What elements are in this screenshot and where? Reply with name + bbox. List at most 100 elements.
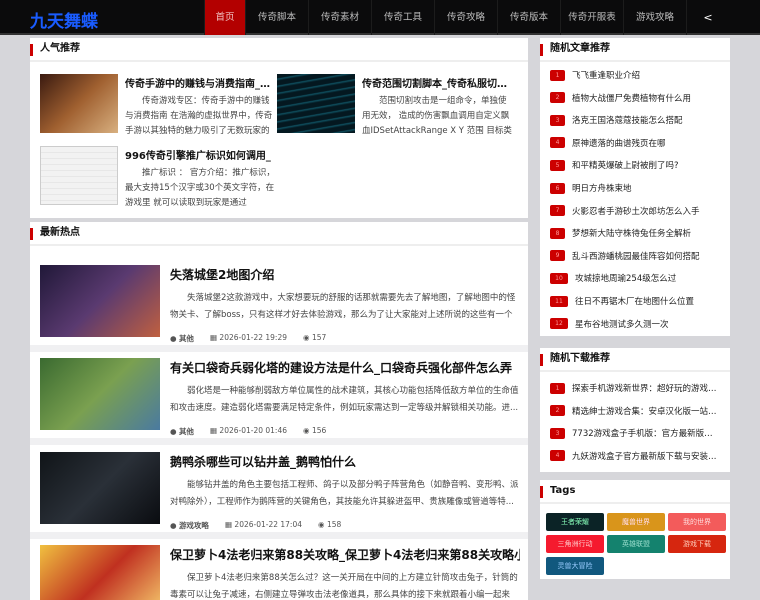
tag-button[interactable]: 游戏下载 xyxy=(668,535,726,553)
nav-item[interactable]: 游戏攻略 xyxy=(623,0,686,35)
random-article-item[interactable]: 3 洛克王国洛蔻蔻技能怎么搭配 xyxy=(550,114,683,126)
tag-icon: ● 其他 xyxy=(170,334,194,343)
article-link[interactable]: 明日方舟株束地 xyxy=(572,182,632,194)
article-desc: 弱化塔是一种能够削弱敌方单位属性的战术建筑，其核心功能包括降低敌方单位的生命值和… xyxy=(170,386,519,413)
rank-badge: 3 xyxy=(550,427,565,439)
download-link[interactable]: 7732游戏盒子手机版：官方最新版下载 xyxy=(572,427,717,439)
thumbnail[interactable] xyxy=(40,452,160,524)
nav-item[interactable]: 传奇脚本 xyxy=(245,0,308,35)
tag-button[interactable]: 我的世界 xyxy=(668,513,726,531)
rank-badge: 10 xyxy=(550,272,568,284)
random-article-item[interactable]: 10 攻城掠地周瑜254级怎么过 xyxy=(550,272,676,284)
download-link[interactable]: 九妖游戏盒子官方最新版下载与安装指南 xyxy=(572,450,717,462)
article-item[interactable]: 失落城堡2地图介绍失落城堡2这款游戏中，大家想要玩的舒服的话那就需要先去了解地图… xyxy=(40,265,528,344)
share-icon[interactable]: < xyxy=(686,0,729,35)
download-link[interactable]: 精选绅士游戏合集：安卓汉化版一站式下载 xyxy=(572,405,717,417)
tag-button[interactable]: 灵兽大冒险 xyxy=(546,557,604,575)
random-article-item[interactable]: 11 往日不再锯木厂在地图什么位置 xyxy=(550,295,694,307)
nav-item[interactable]: 传奇开服表 xyxy=(560,0,623,35)
article-link[interactable]: 原神遗落的曲谱残页在哪 xyxy=(572,137,666,149)
article-desc: 失落城堡2这款游戏中，大家想要玩的舒服的话那就需要先去了解地图，了解地图中的怪物… xyxy=(170,293,516,320)
thumbnail[interactable] xyxy=(40,146,118,205)
random-download-item[interactable]: 1 探索手机游戏新世界：超好玩的游戏推荐 xyxy=(550,382,717,394)
divider xyxy=(30,345,528,352)
article-link[interactable]: 梦想新大陆守株待兔任务全解析 xyxy=(572,227,691,239)
download-link[interactable]: 探索手机游戏新世界：超好玩的游戏推荐 xyxy=(572,382,717,394)
item-title[interactable]: 传奇范围切割脚本_传奇私服切割脚本 xyxy=(362,75,512,90)
popular-item[interactable]: 传奇手游中的赚钱与消费指南_传奇手游赚钱传奇游戏专区：传奇手游中的赚钱与消费指南… xyxy=(40,74,280,139)
calendar-icon: ▦ 2026-01-22 19:29 xyxy=(209,333,288,342)
article-item[interactable]: 有关口袋奇兵弱化塔的建设方法是什么_口袋奇兵强化部件怎么弄弱化塔是一种能够削弱敌… xyxy=(40,358,528,437)
random-article-item[interactable]: 6 明日方舟株束地 xyxy=(550,182,632,194)
rank-badge: 4 xyxy=(550,137,565,149)
rank-badge: 1 xyxy=(550,69,565,81)
random-article-item[interactable]: 7 火影忍者手游砂土次郎坊怎么入手 xyxy=(550,205,700,217)
tag-button[interactable]: 三角洲行动 xyxy=(546,535,604,553)
random-download-item[interactable]: 3 7732游戏盒子手机版：官方最新版下载 xyxy=(550,427,717,439)
tag-button[interactable]: 王者荣耀 xyxy=(546,513,604,531)
article-item[interactable]: 保卫萝卜4法老归来第88关攻略_保卫萝卜4法老归来第88关攻略小闲 保卫萝卜4法老… xyxy=(40,545,528,600)
random-article-item[interactable]: 12 星布谷地测试多久测一次 xyxy=(550,318,669,330)
nav-item[interactable]: 传奇工具 xyxy=(371,0,434,35)
latest-card: 最新热点 失落城堡2地图介绍 失落城堡2这款游戏中，大家想要玩的舒服的话那就需要先… xyxy=(30,222,528,600)
article-link[interactable]: 星布谷地测试多久测一次 xyxy=(575,318,669,330)
popular-item[interactable]: 传奇范围切割脚本_传奇私服切割脚本范围切割攻击是一组命令，单独使用无效， 造成的… xyxy=(277,74,517,139)
popular-item[interactable]: 996传奇引擎推广标识如何调用_ 推广标识 ： 官方介绍：推广标识，最大支持15个… xyxy=(40,146,280,211)
item-title[interactable]: 传奇手游中的赚钱与消费指南_传奇手游赚钱 xyxy=(125,75,275,90)
random-article-item[interactable]: 9 乱斗西游蟠桃园最佳阵容如何搭配 xyxy=(550,250,700,262)
article-category[interactable]: 游戏攻略 xyxy=(179,521,209,530)
nav-item[interactable]: 传奇素材 xyxy=(308,0,371,35)
nav-item[interactable]: 传奇版本 xyxy=(497,0,560,35)
eye-icon: ◉ 156 xyxy=(303,426,327,435)
random-article-item[interactable]: 4 原神遗落的曲谱残页在哪 xyxy=(550,137,666,149)
tag-button[interactable]: 魔兽世界 xyxy=(607,513,665,531)
article-category[interactable]: 其他 xyxy=(179,427,194,436)
article-link[interactable]: 火影忍者手游砂土次郎坊怎么入手 xyxy=(572,205,700,217)
article-link[interactable]: 和平精英爆破上尉被削了吗? xyxy=(572,159,679,171)
random-download-item[interactable]: 4 九妖游戏盒子官方最新版下载与安装指南 xyxy=(550,450,717,462)
article-title[interactable]: 有关口袋奇兵弱化塔的建设方法是什么_口袋奇兵强化部件怎么弄 xyxy=(170,359,520,376)
random-downloads-card: 随机下载推荐 1 探索手机游戏新世界：超好玩的游戏推荐 2 精选绅士游戏合集：安卓汉化… xyxy=(540,348,730,472)
rank-badge: 9 xyxy=(550,250,565,262)
thumbnail[interactable] xyxy=(40,265,160,337)
article-views: 156 xyxy=(311,426,327,435)
rank-badge: 2 xyxy=(550,405,565,417)
item-title[interactable]: 996传奇引擎推广标识如何调用_ xyxy=(125,147,275,162)
nav-home[interactable]: 首页 xyxy=(204,0,245,35)
thumbnail[interactable] xyxy=(40,358,160,430)
article-date: 2026-01-22 17:04 xyxy=(234,520,303,529)
nav-item[interactable]: 传奇攻略 xyxy=(434,0,497,35)
article-item[interactable]: 鹅鸭杀哪些可以钻井盖_鹅鸭怕什么能够钻井盖的角色主要包括工程师、鸽子以及部分鸭子… xyxy=(40,452,528,531)
random-article-item[interactable]: 5 和平精英爆破上尉被削了吗? xyxy=(550,159,679,171)
article-title[interactable]: 失落城堡2地图介绍 xyxy=(170,266,520,283)
random-article-item[interactable]: 2 植物大战僵尸免费植物有什么用 xyxy=(550,92,691,104)
calendar-icon: ▦ 2026-01-20 01:46 xyxy=(209,426,288,435)
rank-badge: 8 xyxy=(550,227,565,239)
article-category[interactable]: 其他 xyxy=(179,334,194,343)
section-title: Tags xyxy=(540,480,730,504)
thumbnail[interactable] xyxy=(40,74,118,133)
random-download-item[interactable]: 2 精选绅士游戏合集：安卓汉化版一站式下载 xyxy=(550,405,717,417)
item-desc: 范围切割攻击是一组命令，单独使用无效， 造成的伤害飘血调用自定义飘血IDSetA… xyxy=(362,96,512,136)
random-article-item[interactable]: 8 梦想新大陆守株待兔任务全解析 xyxy=(550,227,691,239)
thumbnail[interactable] xyxy=(40,545,160,600)
article-link[interactable]: 飞飞重逢职业介绍 xyxy=(572,69,640,81)
rank-badge: 5 xyxy=(550,159,565,171)
article-title[interactable]: 保卫萝卜4法老归来第88关攻略_保卫萝卜4法老归来第88关攻略小闲 xyxy=(170,546,520,563)
article-title[interactable]: 鹅鸭杀哪些可以钻井盖_鹅鸭怕什么 xyxy=(170,453,520,470)
article-link[interactable]: 洛克王国洛蔻蔻技能怎么搭配 xyxy=(572,114,683,126)
rank-badge: 4 xyxy=(550,450,565,462)
tag-button[interactable]: 英雄联盟 xyxy=(607,535,665,553)
divider xyxy=(30,532,528,539)
site-logo[interactable]: 九天舞蝶 xyxy=(30,7,98,32)
thumbnail[interactable] xyxy=(277,74,355,133)
article-link[interactable]: 乱斗西游蟠桃园最佳阵容如何搭配 xyxy=(572,250,700,262)
article-link[interactable]: 往日不再锯木厂在地图什么位置 xyxy=(575,295,694,307)
random-article-item[interactable]: 1 飞飞重逢职业介绍 xyxy=(550,69,640,81)
article-link[interactable]: 攻城掠地周瑜254级怎么过 xyxy=(575,272,676,284)
article-date: 2026-01-22 19:29 xyxy=(219,333,288,342)
article-date: 2026-01-20 01:46 xyxy=(219,426,288,435)
article-desc: 能够钻井盖的角色主要包括工程师、鸽子以及部分鸭子阵营角色（如静音鸭、变形鸭、派对… xyxy=(170,480,519,507)
article-link[interactable]: 植物大战僵尸免费植物有什么用 xyxy=(572,92,691,104)
main-nav: 首页 传奇脚本 传奇素材 传奇工具 传奇攻略 传奇版本 传奇开服表 游戏攻略 < xyxy=(204,0,729,35)
